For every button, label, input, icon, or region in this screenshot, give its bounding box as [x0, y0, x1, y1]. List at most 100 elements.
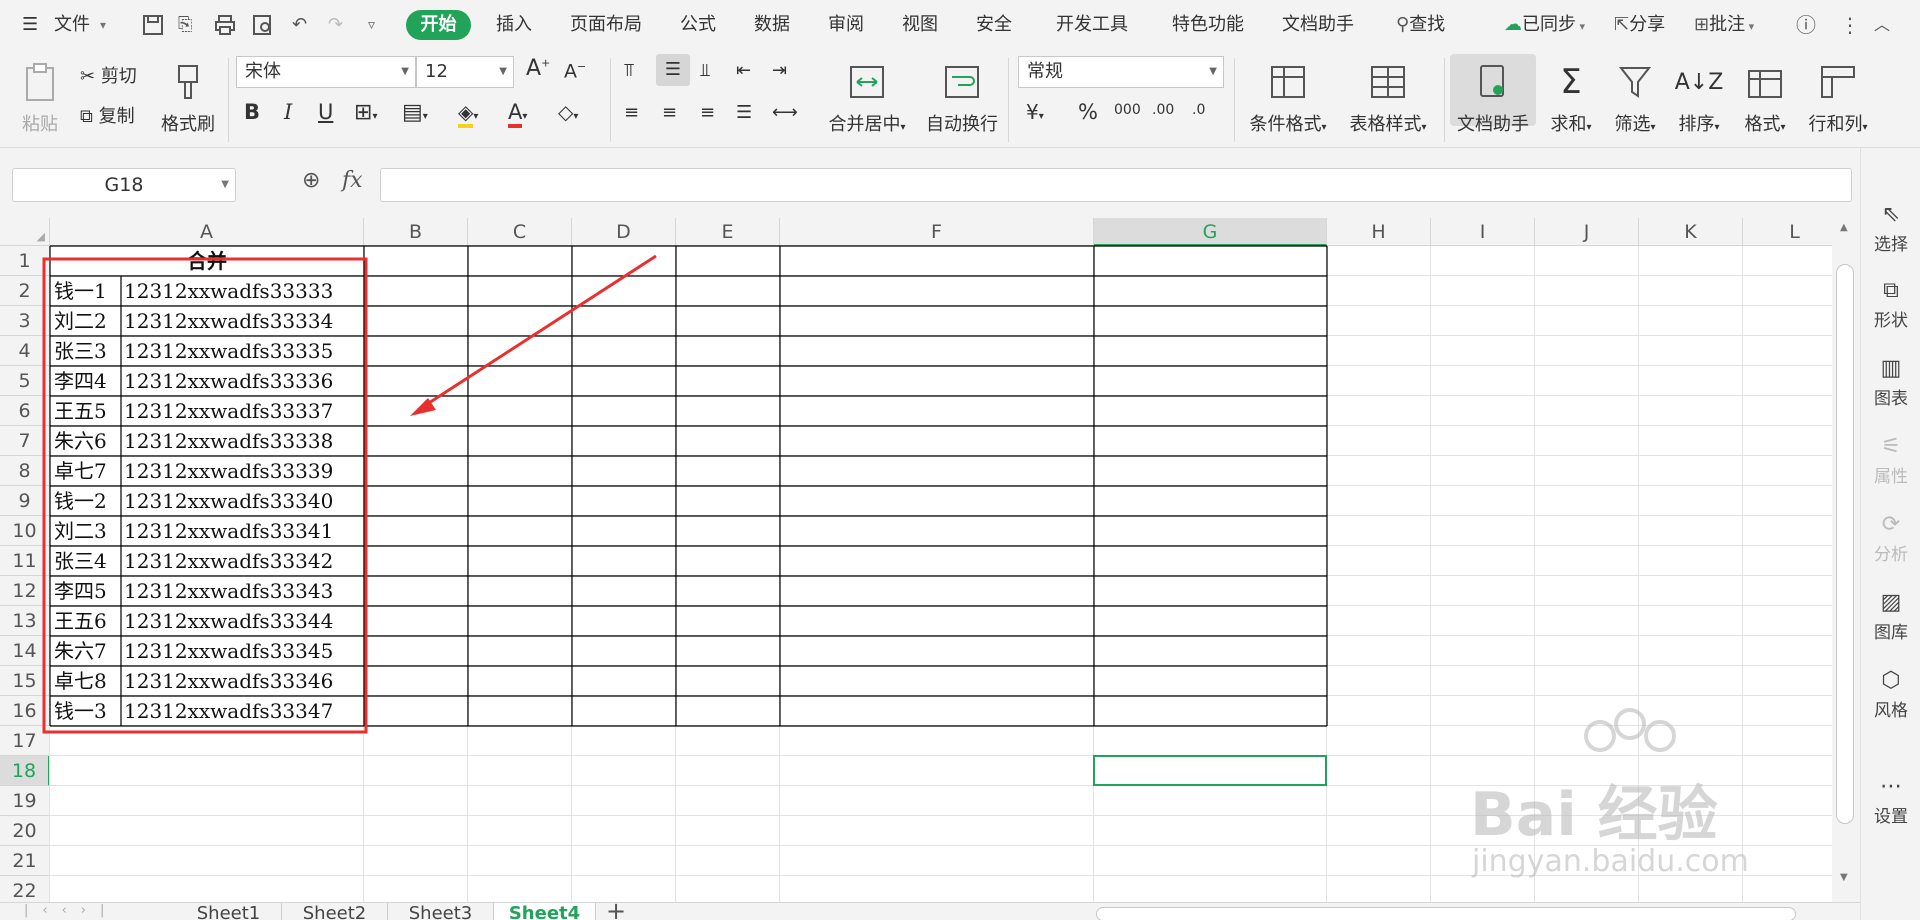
align-middle-icon[interactable]: ☰ — [656, 54, 690, 86]
horizontal-scrollbar[interactable] — [1096, 907, 1796, 920]
align-bottom-icon[interactable]: ⫫ — [700, 60, 710, 81]
menu-doc-helper[interactable]: 文档助手 — [1282, 0, 1354, 50]
sheet-tab-bar: |‹‹›| Sheet1 Sheet2 Sheet3 Sheet4 + — [0, 902, 1860, 920]
name-box[interactable]: G18 ▼ — [12, 168, 236, 202]
help-icon[interactable]: ⓘ — [1796, 0, 1816, 50]
distribute-icon[interactable]: ⟷ — [772, 102, 798, 123]
menu-file[interactable]: 文件 — [54, 0, 90, 50]
indent-decrease-icon[interactable]: ⇤ — [736, 60, 751, 81]
font-name-value: 宋体 — [245, 61, 281, 82]
panel-gallery-label: 图库 — [1874, 623, 1908, 643]
add-sheet-icon[interactable]: + — [606, 903, 626, 920]
panel-style[interactable]: ⬡ 风格 — [1861, 668, 1920, 721]
font-shrink-button[interactable]: A− — [564, 60, 586, 82]
borders-icon[interactable]: ⊞▾ — [354, 100, 377, 125]
tab-nav-arrows[interactable]: |‹‹›| — [24, 903, 118, 918]
decimal-increase-button[interactable]: .00 — [1152, 102, 1174, 118]
save-icon[interactable] — [142, 0, 164, 50]
menu-synced[interactable]: ☁已同步 ▾ — [1504, 0, 1585, 50]
scroll-thumb[interactable] — [1836, 264, 1854, 824]
selected-cell[interactable] — [1093, 755, 1327, 786]
bold-button[interactable]: B — [244, 100, 260, 124]
menu-special[interactable]: 特色功能 — [1172, 0, 1244, 50]
menu-annotate[interactable]: ⊞批注 ▾ — [1694, 0, 1754, 50]
print-icon[interactable] — [214, 0, 236, 50]
menu-share[interactable]: ⇱分享 — [1614, 0, 1665, 50]
fx-button[interactable]: fx — [342, 168, 363, 193]
panel-gallery[interactable]: ▨ 图库 — [1861, 590, 1920, 643]
menu-formula[interactable]: 公式 — [680, 0, 716, 50]
fill-color-icon[interactable]: ◈▾ — [458, 100, 478, 128]
collapse-ribbon-icon[interactable]: ︿ — [1874, 0, 1890, 50]
export-pdf-icon[interactable]: ⎘ — [178, 0, 192, 50]
vertical-scrollbar[interactable]: ▲ ▼ — [1832, 218, 1860, 902]
sort-button[interactable]: A↓Z 排序▾ — [1668, 54, 1730, 136]
number-format-select[interactable]: 常规 ▼ — [1018, 56, 1224, 88]
format-button[interactable]: 格式▾ — [1734, 54, 1796, 136]
indent-increase-icon[interactable]: ⇥ — [772, 60, 787, 81]
filter-button[interactable]: 筛选▾ — [1604, 54, 1666, 136]
more-options-icon[interactable]: ⋮ — [1840, 0, 1860, 50]
sheet-tab-sheet3[interactable]: Sheet3 — [388, 903, 494, 920]
menu-view[interactable]: 视图 — [902, 0, 938, 50]
font-size-select[interactable]: 12 ▼ — [416, 56, 514, 88]
menu-review[interactable]: 审阅 — [828, 0, 864, 50]
table-style-button[interactable]: 表格样式▾ — [1340, 54, 1436, 136]
sheet-tab-sheet4[interactable]: Sheet4 — [494, 903, 596, 920]
font-name-select[interactable]: 宋体 ▼ — [236, 56, 416, 88]
sheet-tab-sheet1[interactable]: Sheet1 — [176, 903, 282, 920]
format-painter-button[interactable]: 格式刷 — [158, 54, 218, 136]
redo-icon[interactable]: ↷ — [328, 0, 343, 50]
align-center-icon[interactable]: ≡ — [662, 102, 677, 123]
chevron-down-icon[interactable]: ▼ — [1840, 872, 1848, 883]
doc-helper-icon — [1450, 54, 1536, 110]
copy-button[interactable]: ⧉ 复制 — [80, 102, 135, 128]
menu-data[interactable]: 数据 — [754, 0, 790, 50]
auto-wrap-button[interactable]: 自动换行 — [924, 54, 1000, 136]
underline-button[interactable]: U — [318, 100, 333, 124]
sheet-tab-sheet2[interactable]: Sheet2 — [282, 903, 388, 920]
spreadsheet-grid[interactable]: ◢ ABCDEFGHIJKL 1 2 3 4 5 6 7 8 9 10 11 12 13 14 15 16 17… — [0, 218, 1832, 902]
align-top-icon[interactable]: ⫪ — [624, 60, 634, 81]
justify-icon[interactable]: ☰ — [736, 102, 752, 123]
more-icon[interactable]: ▿ — [368, 0, 375, 50]
panel-analysis[interactable]: ⟳ 分析 — [1861, 512, 1920, 565]
zoom-icon[interactable]: ⊕ — [302, 168, 320, 193]
row-col-button[interactable]: 行和列▾ — [1802, 54, 1874, 136]
thousands-button[interactable]: 000 — [1114, 102, 1141, 118]
chevron-down-icon[interactable]: ▾ — [100, 0, 106, 50]
currency-icon[interactable]: ¥▾ — [1026, 100, 1044, 124]
decimal-decrease-button[interactable]: .0 — [1192, 102, 1205, 118]
paste-button[interactable]: 粘贴 — [14, 54, 66, 136]
panel-settings[interactable]: ⋯ 设置 — [1861, 774, 1920, 827]
cut-button[interactable]: ✂ 剪切 — [80, 62, 137, 88]
font-color-button[interactable]: A▾ — [508, 100, 527, 128]
eraser-icon[interactable]: ◇▾ — [558, 100, 578, 124]
menu-find[interactable]: ⚲查找 — [1396, 0, 1445, 50]
merge-center-button[interactable]: 合并居中▾ — [822, 54, 912, 136]
doc-helper-button[interactable]: 文档助手 — [1450, 54, 1536, 136]
align-left-icon[interactable]: ≡ — [624, 102, 639, 123]
hamburger-icon[interactable]: ☰ — [22, 0, 38, 50]
menu-insert[interactable]: 插入 — [496, 0, 532, 50]
menu-security[interactable]: 安全 — [976, 0, 1012, 50]
menu-start[interactable]: 开始 — [406, 10, 471, 40]
panel-select[interactable]: ⇖ 选择 — [1861, 202, 1920, 255]
cond-format-button[interactable]: 条件格式▾ — [1240, 54, 1336, 136]
menu-dev-tools[interactable]: 开发工具 — [1056, 0, 1128, 50]
sum-button[interactable]: Σ 求和▾ — [1540, 54, 1602, 136]
print-preview-icon[interactable] — [252, 0, 274, 50]
panel-shape[interactable]: ⧉ 形状 — [1861, 278, 1920, 331]
menu-page-layout[interactable]: 页面布局 — [570, 0, 642, 50]
undo-icon[interactable]: ↶ — [292, 0, 307, 50]
cell-style-icon[interactable]: ▤▾ — [402, 100, 428, 125]
chevron-up-icon[interactable]: ▲ — [1840, 222, 1848, 233]
formula-input[interactable] — [380, 168, 1852, 202]
align-right-icon[interactable]: ≡ — [700, 102, 715, 123]
font-grow-button[interactable]: A+ — [526, 56, 550, 81]
panel-property[interactable]: ⚟ 属性 — [1861, 434, 1920, 487]
italic-button[interactable]: I — [284, 100, 292, 124]
panel-chart[interactable]: ▥ 图表 — [1861, 356, 1920, 409]
percent-button[interactable]: % — [1078, 100, 1098, 124]
watermark-brand: Bai 经验 — [1470, 780, 1718, 850]
